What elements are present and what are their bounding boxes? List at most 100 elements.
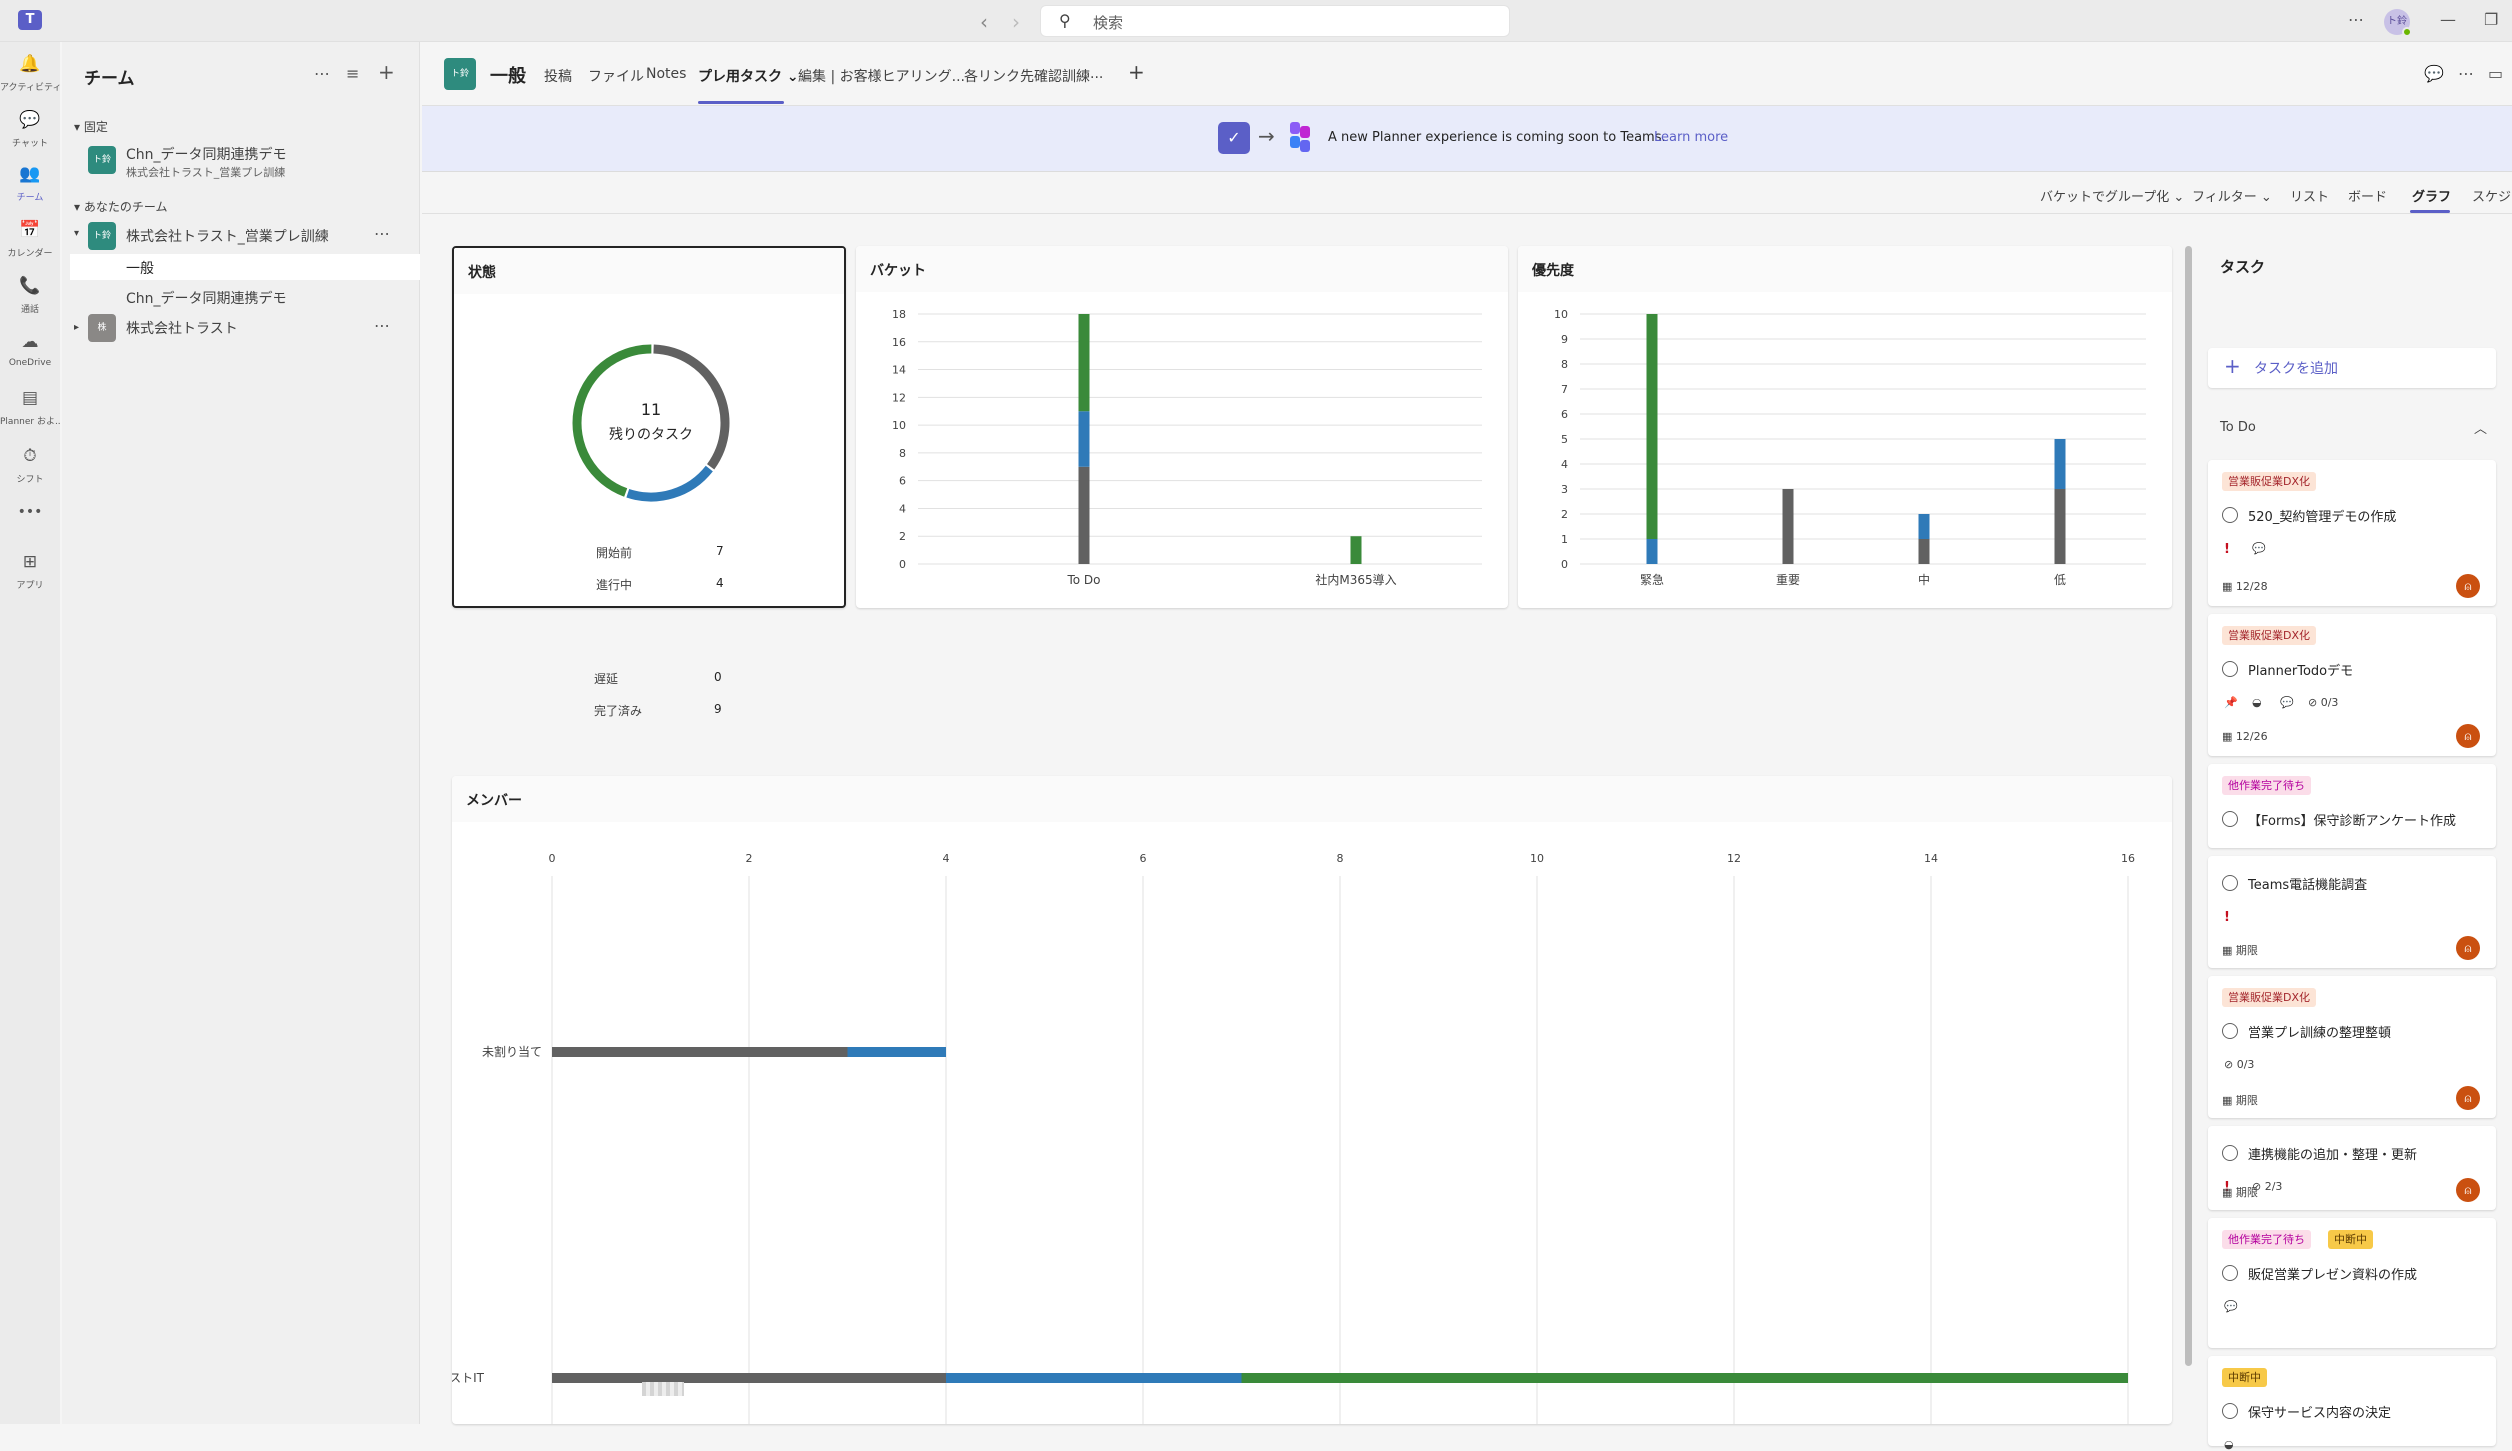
assignee-avatar[interactable]: ⍝ xyxy=(2456,936,2480,960)
your-teams-section-header[interactable]: ▾ あなたのチーム xyxy=(74,198,168,215)
user-avatar[interactable]: ト鈴 xyxy=(2384,9,2412,37)
due-date[interactable]: ▦ 12/26 xyxy=(2222,730,2268,743)
complete-task-checkbox[interactable] xyxy=(2222,875,2238,891)
assignee-avatar[interactable]: ⍝ xyxy=(2456,1178,2480,1202)
minimize-icon[interactable]: — xyxy=(2440,10,2456,29)
rail-item-calendar[interactable]: 📅 カレンダー xyxy=(0,220,60,259)
task-card[interactable]: 他作業完了待ち 【Forms】保守診断アンケート作成 xyxy=(2208,764,2496,848)
tab-hearing[interactable]: 編集 | お客様ヒアリング... xyxy=(798,66,965,86)
tab-link-check[interactable]: 各リンク先確認訓練 xyxy=(964,66,1090,86)
collapse-chevron-icon[interactable]: ▸ xyxy=(74,322,79,333)
task-card[interactable]: 営業販促業DX化 営業プレ訓練の整理整頓 ⊘ 0/3 ▦ 期限 ⍝ xyxy=(2208,976,2496,1118)
tab-planner-tasks[interactable]: プレ用タスク ⌄ xyxy=(698,66,799,86)
expand-chevron-icon[interactable]: ▾ xyxy=(74,228,79,239)
task-card[interactable]: 連携機能の追加・整理・更新! ⊘ 2/3 ▦ 期限 ⍝ xyxy=(2208,1126,2496,1210)
tab-posts[interactable]: 投稿 xyxy=(544,66,572,86)
task-card[interactable]: 営業販促業DX化 PlannerTodoデモ 📌 ◒ 💬 ⊘ 0/3 ▦ 12/26 ⍝ xyxy=(2208,614,2496,756)
y-tick-label: 0 xyxy=(1561,558,1568,571)
rail-item-more[interactable]: ••• xyxy=(0,504,60,530)
due-date[interactable]: ▦ 期限 xyxy=(2222,1184,2258,1200)
due-date[interactable]: ▦ 期限 xyxy=(2222,1092,2258,1108)
bar-segment[interactable] xyxy=(2054,439,2066,489)
pinned-section-header[interactable]: ▾ 固定 xyxy=(74,118,108,135)
bar-segment[interactable] xyxy=(847,1047,947,1057)
tab-files[interactable]: ファイル xyxy=(588,66,644,86)
rail-item-bell[interactable]: 🔔 アクティビティ xyxy=(0,54,60,93)
learn-more-link[interactable]: Learn more xyxy=(1654,130,1728,145)
more-icon[interactable]: ⋯ xyxy=(314,64,330,83)
bar-segment[interactable] xyxy=(552,1047,848,1057)
complete-task-checkbox[interactable] xyxy=(2222,1023,2238,1039)
view-list[interactable]: リスト xyxy=(2290,186,2329,205)
view-schedule[interactable]: スケジュール xyxy=(2472,186,2512,205)
bar-segment[interactable] xyxy=(552,1373,946,1383)
chevron-up-icon[interactable]: ︿ xyxy=(2474,418,2487,437)
assignee-avatar[interactable]: ⍝ xyxy=(2456,724,2480,748)
complete-task-checkbox[interactable] xyxy=(2222,1265,2238,1281)
bar-segment[interactable] xyxy=(1918,514,1930,539)
more-options-icon[interactable]: ⋯ xyxy=(2458,64,2474,83)
assignee-avatar[interactable]: ⍝ xyxy=(2456,1086,2480,1110)
more-options-icon[interactable]: ⋯ xyxy=(2348,10,2364,29)
group-by-dropdown[interactable]: バケットでグループ化 ⌄ xyxy=(2040,186,2184,205)
task-card[interactable]: Teams電話機能調査! ▦ 期限 ⍝ xyxy=(2208,856,2496,968)
group-header-todo[interactable]: To Do xyxy=(2220,420,2256,435)
filter-icon[interactable]: ≡ xyxy=(346,64,359,83)
channel-item-data-sync[interactable]: Chn_データ同期連携デモ xyxy=(126,288,287,308)
pinned-channel-name[interactable]: Chn_データ同期連携デモ xyxy=(126,144,287,164)
bar-segment[interactable] xyxy=(1350,536,1362,564)
donut-segment-in-progress[interactable] xyxy=(626,465,713,502)
complete-task-checkbox[interactable] xyxy=(2222,1145,2238,1161)
bar-segment[interactable] xyxy=(1646,539,1658,564)
forward-arrow-icon[interactable]: › xyxy=(1012,10,1020,34)
tab-notes[interactable]: Notes xyxy=(646,66,686,82)
view-charts[interactable]: グラフ xyxy=(2412,186,2451,205)
donut-segment-done[interactable] xyxy=(572,344,652,497)
complete-task-checkbox[interactable] xyxy=(2222,661,2238,677)
add-icon[interactable]: + xyxy=(378,60,395,84)
bar-segment[interactable] xyxy=(1078,314,1090,412)
back-arrow-icon[interactable]: ‹ xyxy=(980,10,988,34)
complete-task-checkbox[interactable] xyxy=(2222,1403,2238,1419)
team-name[interactable]: 株式会社トラスト xyxy=(126,318,238,338)
rail-item-onedrive[interactable]: ☁ OneDrive xyxy=(0,332,60,368)
bar-segment[interactable] xyxy=(946,1373,1242,1383)
filter-dropdown[interactable]: フィルター ⌄ xyxy=(2192,186,2272,205)
bar-segment[interactable] xyxy=(1646,314,1658,539)
bar-segment[interactable] xyxy=(1918,539,1930,564)
tab-more[interactable]: ... xyxy=(1090,66,1103,82)
y-tick-label: 10 xyxy=(1554,308,1568,321)
bar-segment[interactable] xyxy=(2054,489,2066,564)
rail-item-phone[interactable]: 📞 通話 xyxy=(0,276,60,315)
add-task-button[interactable]: + タスクを追加 xyxy=(2208,348,2496,388)
due-date[interactable]: ▦ 期限 xyxy=(2222,942,2258,958)
rail-item-teams[interactable]: 👥 チーム xyxy=(0,164,60,203)
due-date[interactable]: ▦ 12/28 xyxy=(2222,580,2268,593)
conversation-icon[interactable]: 💬 xyxy=(2424,64,2444,83)
rail-item-chat[interactable]: 💬 チャット xyxy=(0,110,60,149)
bar-segment[interactable] xyxy=(1078,466,1090,564)
team-name[interactable]: 株式会社トラスト_営業プレ訓練 xyxy=(126,226,329,246)
complete-task-checkbox[interactable] xyxy=(2222,507,2238,523)
maximize-icon[interactable]: ❐ xyxy=(2484,10,2498,29)
add-tab-icon[interactable]: + xyxy=(1128,60,1145,84)
complete-task-checkbox[interactable] xyxy=(2222,811,2238,827)
team-more-icon[interactable]: ⋯ xyxy=(374,224,390,243)
status-card[interactable]: 状態 11 残りのタスク 開始前 7 進行中 4 xyxy=(452,246,846,608)
task-card[interactable]: 他作業完了待ち 中断中 販促営業プレゼン資料の作成 💬 xyxy=(2208,1218,2496,1348)
task-card[interactable]: 中断中 保守サービス内容の決定 ◒ xyxy=(2208,1356,2496,1451)
team-more-icon[interactable]: ⋯ xyxy=(374,316,390,335)
rail-item-planner[interactable]: ▤ Planner およ... xyxy=(0,388,60,427)
video-meet-icon[interactable]: ▭ xyxy=(2488,64,2503,83)
bar-segment[interactable] xyxy=(1241,1373,2129,1383)
assignee-avatar[interactable]: ⍝ xyxy=(2456,574,2480,598)
task-card[interactable]: 営業販促業DX化 520_契約管理デモの作成! 💬 ▦ 12/28 ⍝ xyxy=(2208,460,2496,606)
rail-item-shift[interactable]: ⏱ シフト xyxy=(0,446,60,485)
view-board[interactable]: ボード xyxy=(2348,186,2387,205)
bar-segment[interactable] xyxy=(1078,411,1090,467)
rail-item-apps[interactable]: ⊞ アプリ xyxy=(0,552,60,591)
scrollbar-thumb[interactable] xyxy=(2185,246,2192,1366)
search-input[interactable]: ⚲ 検索 xyxy=(1040,5,1510,37)
bar-segment[interactable] xyxy=(1782,489,1794,564)
channel-item-general[interactable]: 一般 xyxy=(126,258,154,278)
